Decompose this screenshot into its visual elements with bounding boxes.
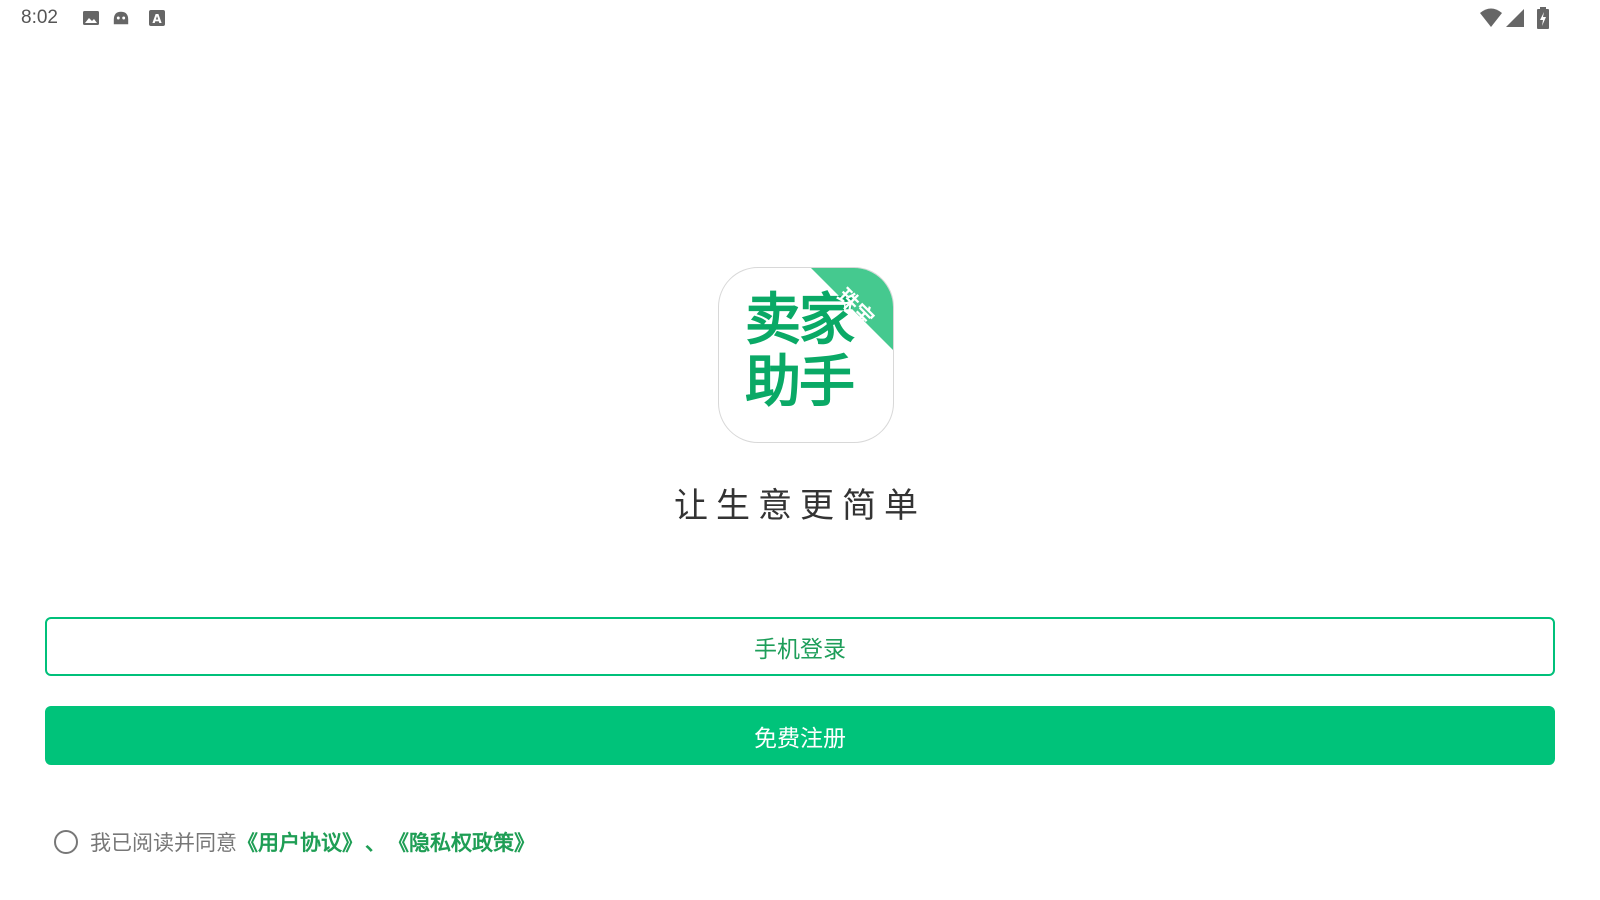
android-icon xyxy=(113,11,129,25)
slogan: 让生意更简单 xyxy=(674,486,926,526)
signal-icon xyxy=(1506,9,1524,27)
svg-text:A: A xyxy=(152,12,162,26)
image-icon xyxy=(83,11,99,25)
battery-icon xyxy=(1537,7,1549,29)
agreement-row: 我已阅读并同意 《用户协议》 、 《隐私权政策》 xyxy=(54,828,535,856)
privacy-policy-link[interactable]: 《隐私权政策》 xyxy=(388,827,535,857)
wifi-icon xyxy=(1480,8,1502,27)
phone-login-button[interactable]: 手机登录 xyxy=(45,617,1555,676)
agreement-separator: 、 xyxy=(365,831,386,855)
app-logo: 卖家 助手 珠宝 xyxy=(718,267,894,443)
agreement-radio[interactable] xyxy=(54,830,78,854)
status-bar: 8:02 A xyxy=(0,0,1600,36)
user-agreement-link[interactable]: 《用户协议》 xyxy=(237,827,363,857)
status-time: 8:02 xyxy=(21,7,58,28)
a-icon: A xyxy=(149,10,165,26)
free-register-button[interactable]: 免费注册 xyxy=(45,706,1555,765)
phone-login-label: 手机登录 xyxy=(754,636,846,663)
agreement-prefix: 我已阅读并同意 xyxy=(90,831,237,855)
free-register-label: 免费注册 xyxy=(754,725,846,752)
